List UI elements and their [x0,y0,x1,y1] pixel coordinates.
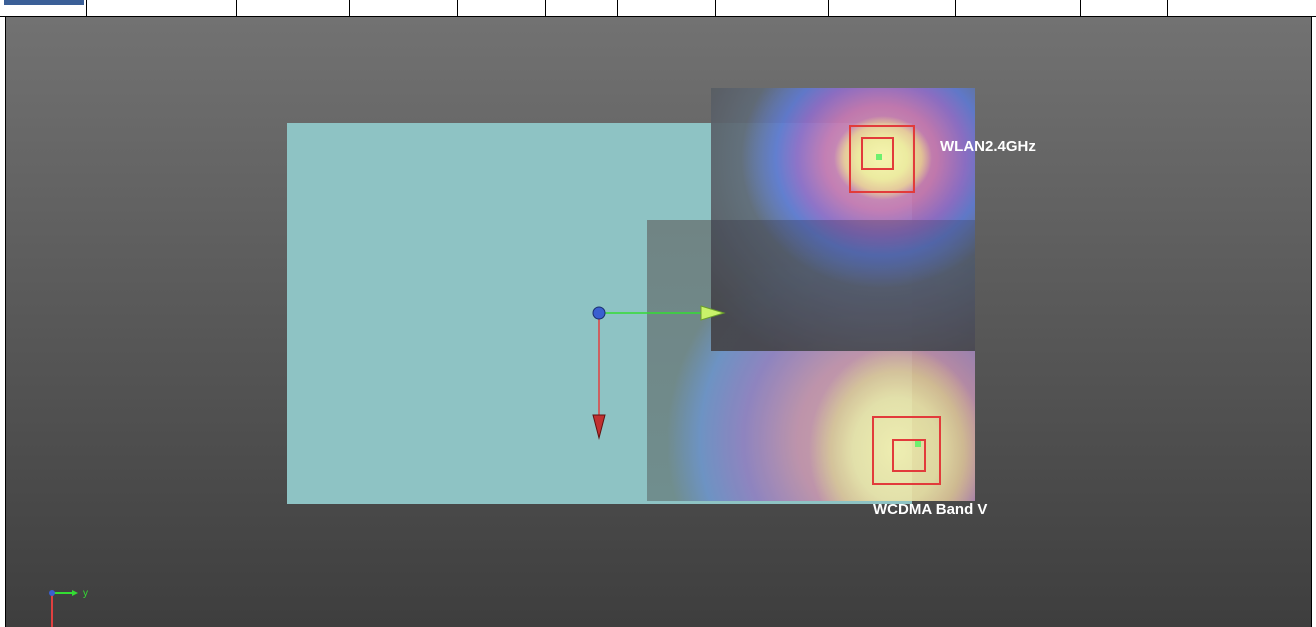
wlan-antenna-label: WLAN2.4GHz [940,138,1036,155]
gizmo-z-axis-arrow[interactable] [592,414,606,440]
toolbar-divider [955,0,956,16]
triad-y-label: y [83,588,88,599]
orientation-triad: y [49,588,88,627]
3d-viewport[interactable]: WLAN2.4GHz WCDMA Band V y [5,17,1312,627]
application-window: WLAN2.4GHz WCDMA Band V y [0,0,1316,627]
toolbar-divider [236,0,237,16]
active-tab-indicator[interactable] [4,0,84,5]
toolbar-divider [349,0,350,16]
toolbar-strip [0,0,1316,17]
toolbar-divider [545,0,546,16]
toolbar-divider [715,0,716,16]
triad-origin [49,590,55,596]
wcdma-antenna-label: WCDMA Band V [873,501,988,518]
triad-y-arrow [72,590,78,596]
scan-overlap-region [711,220,975,351]
wlan-peak-point[interactable] [876,154,882,160]
toolbar-divider [86,0,87,16]
toolbar-divider [1167,0,1168,16]
gizmo-origin-handle[interactable] [592,306,606,320]
toolbar-divider [457,0,458,16]
toolbar-divider [828,0,829,16]
transform-gizmo[interactable] [586,302,736,442]
gizmo-y-axis-arrow[interactable] [700,305,726,321]
wcdma-peak-point[interactable] [915,441,921,447]
toolbar-divider [617,0,618,16]
toolbar-divider [1080,0,1081,16]
